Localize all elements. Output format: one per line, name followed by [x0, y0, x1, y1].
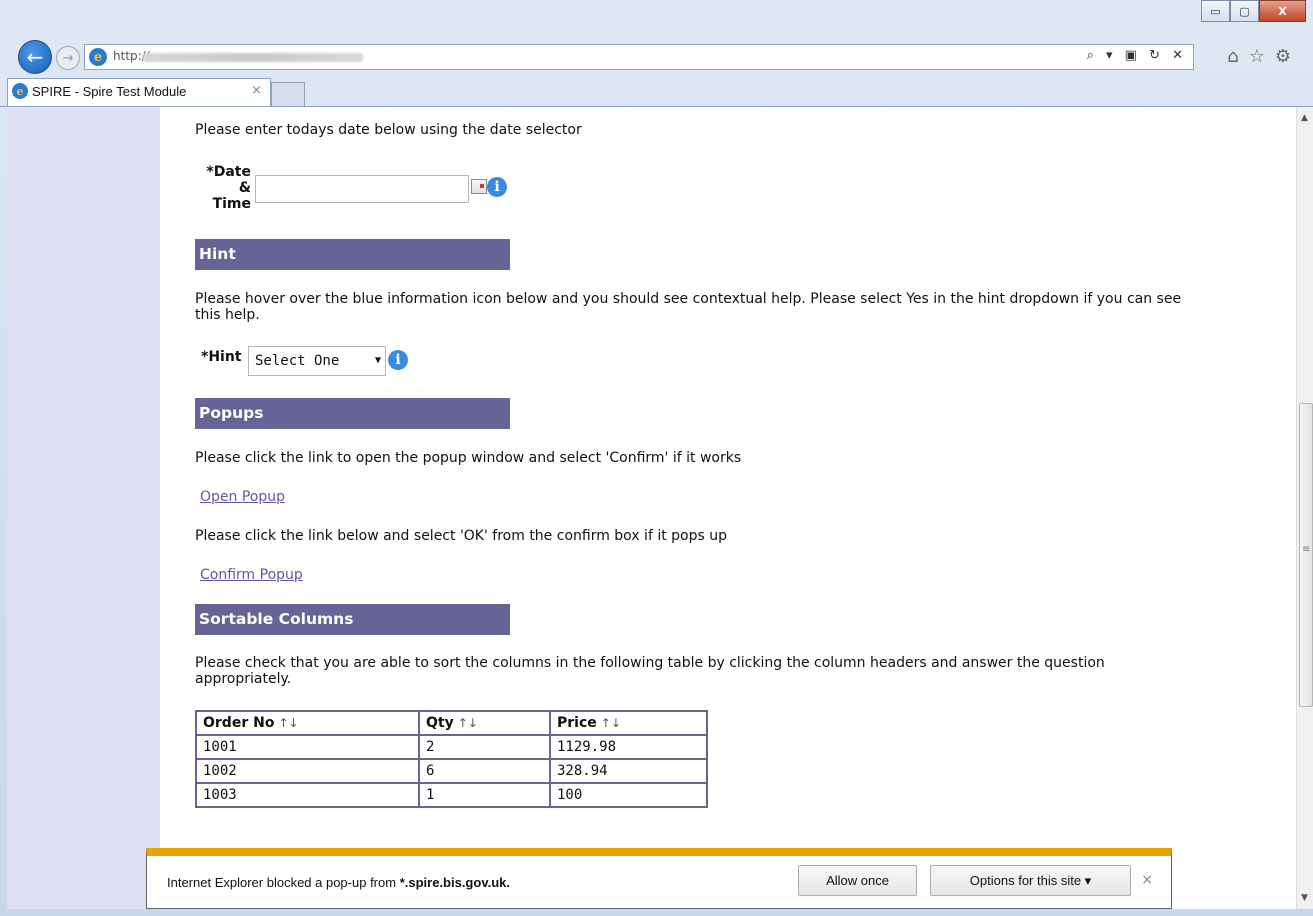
- table-row: 1002 6 328.94: [195, 758, 708, 784]
- hint-select-value: Select One: [255, 353, 340, 369]
- column-header-price[interactable]: Price ↑↓: [549, 710, 708, 736]
- section-header-sortable: Sortable Columns: [195, 604, 510, 635]
- sort-icon: ↑↓: [600, 716, 621, 730]
- section-header-popups: Popups: [195, 398, 510, 429]
- navigation-bar: ← → e http:// ⌕ ▾ ▣ ↻ ✕ ⌂☆⚙: [0, 38, 1313, 74]
- confirm-instructions: Please click the link below and select '…: [195, 528, 727, 544]
- header-label: Order No: [203, 715, 275, 731]
- tab-strip: e SPIRE - Spire Test Module ×: [0, 74, 1313, 107]
- info-icon[interactable]: i: [487, 177, 507, 197]
- maximize-button[interactable]: ▢: [1230, 0, 1259, 22]
- table-cell: 1129.98: [549, 734, 708, 760]
- table-row: 1001 2 1129.98: [195, 734, 708, 760]
- hint-select[interactable]: Select One ▼: [248, 346, 386, 376]
- table-cell: 1: [418, 782, 551, 808]
- date-label-line2: &: [238, 180, 251, 196]
- date-label-line3: Time: [212, 196, 251, 212]
- browser-toolbar-icons: ⌂☆⚙: [1227, 46, 1301, 67]
- sortable-instructions: Please check that you are able to sort t…: [195, 655, 1105, 687]
- table-row: 1003 1 100: [195, 782, 708, 808]
- popup-blocked-notification: Internet Explorer blocked a pop-up from …: [146, 848, 1172, 909]
- minimize-button[interactable]: ▭: [1201, 0, 1230, 22]
- column-header-order-no[interactable]: Order No ↑↓: [195, 710, 420, 736]
- url-redacted: [143, 53, 363, 62]
- options-for-site-button[interactable]: Options for this site ▾: [930, 865, 1131, 896]
- table-header-row: Order No ↑↓ Qty ↑↓ Price ↑↓: [195, 710, 708, 736]
- calendar-icon[interactable]: [471, 179, 487, 194]
- address-tools[interactable]: ⌕ ▾ ▣ ↻ ✕: [1087, 48, 1187, 63]
- tab-spire[interactable]: e SPIRE - Spire Test Module ×: [7, 78, 271, 106]
- notification-message: Internet Explorer blocked a pop-up from …: [167, 875, 510, 890]
- notification-text: Internet Explorer blocked a pop-up from: [167, 875, 400, 890]
- close-window-button[interactable]: X: [1259, 0, 1306, 22]
- info-icon[interactable]: i: [388, 350, 408, 370]
- column-header-qty[interactable]: Qty ↑↓: [418, 710, 551, 736]
- allow-once-button[interactable]: Allow once: [798, 865, 917, 896]
- hint-instructions: Please hover over the blue information i…: [195, 291, 1182, 323]
- confirm-popup-link[interactable]: Confirm Popup: [200, 567, 303, 583]
- table-cell: 1002: [195, 758, 420, 784]
- table-cell: 6: [418, 758, 551, 784]
- left-sidebar: [7, 107, 160, 909]
- forward-arrow-icon[interactable]: →: [56, 46, 80, 70]
- open-popup-link[interactable]: Open Popup: [200, 489, 285, 505]
- sortable-table: Order No ↑↓ Qty ↑↓ Price ↑↓ 1001 2 1129.98 …: [195, 710, 708, 808]
- notification-domain: *.spire.bis.gov.uk.: [399, 875, 510, 890]
- date-label-line1: *Date: [206, 164, 251, 180]
- table-cell: 328.94: [549, 758, 708, 784]
- address-bar[interactable]: e http:// ⌕ ▾ ▣ ↻ ✕: [84, 44, 1194, 70]
- sort-icon: ↑↓: [278, 716, 299, 730]
- gear-icon[interactable]: ⚙: [1275, 46, 1301, 67]
- header-label: Price: [557, 715, 597, 731]
- star-icon[interactable]: ☆: [1249, 46, 1275, 67]
- new-tab-button[interactable]: [271, 82, 305, 106]
- close-icon[interactable]: ×: [251, 83, 262, 98]
- tab-title: SPIRE - Spire Test Module: [32, 84, 187, 99]
- hint-label: *Hint: [201, 349, 242, 365]
- date-time-input[interactable]: [255, 175, 469, 203]
- sort-icon: ↑↓: [457, 716, 478, 730]
- date-time-label: *Date & Time: [201, 164, 251, 212]
- table-cell: 1001: [195, 734, 420, 760]
- window-controls: ▭ ▢ X: [1201, 0, 1306, 22]
- ie-logo-icon: e: [89, 48, 107, 66]
- back-arrow-icon[interactable]: ←: [18, 40, 52, 74]
- vertical-scrollbar[interactable]: ▲ ≡ ▼: [1296, 107, 1313, 909]
- ie-logo-icon: e: [12, 83, 28, 99]
- date-instructions: Please enter todays date below using the…: [195, 122, 582, 138]
- table-cell: 1003: [195, 782, 420, 808]
- header-label: Qty: [426, 715, 454, 731]
- scroll-up-icon[interactable]: ▲: [1301, 113, 1308, 123]
- scrollbar-thumb[interactable]: ≡: [1299, 403, 1313, 707]
- popup-instructions: Please click the link to open the popup …: [195, 450, 742, 466]
- grip-icon: ≡: [1302, 544, 1311, 555]
- scroll-down-icon[interactable]: ▼: [1301, 893, 1308, 903]
- table-cell: 2: [418, 734, 551, 760]
- section-header-hint: Hint: [195, 239, 510, 270]
- home-icon[interactable]: ⌂: [1227, 46, 1248, 67]
- table-cell: 100: [549, 782, 708, 808]
- chevron-down-icon: ▼: [374, 355, 381, 366]
- page-viewport: Please enter todays date below using the…: [7, 107, 1296, 909]
- title-bar: ▭ ▢ X: [0, 0, 1313, 38]
- close-icon[interactable]: ×: [1141, 872, 1153, 888]
